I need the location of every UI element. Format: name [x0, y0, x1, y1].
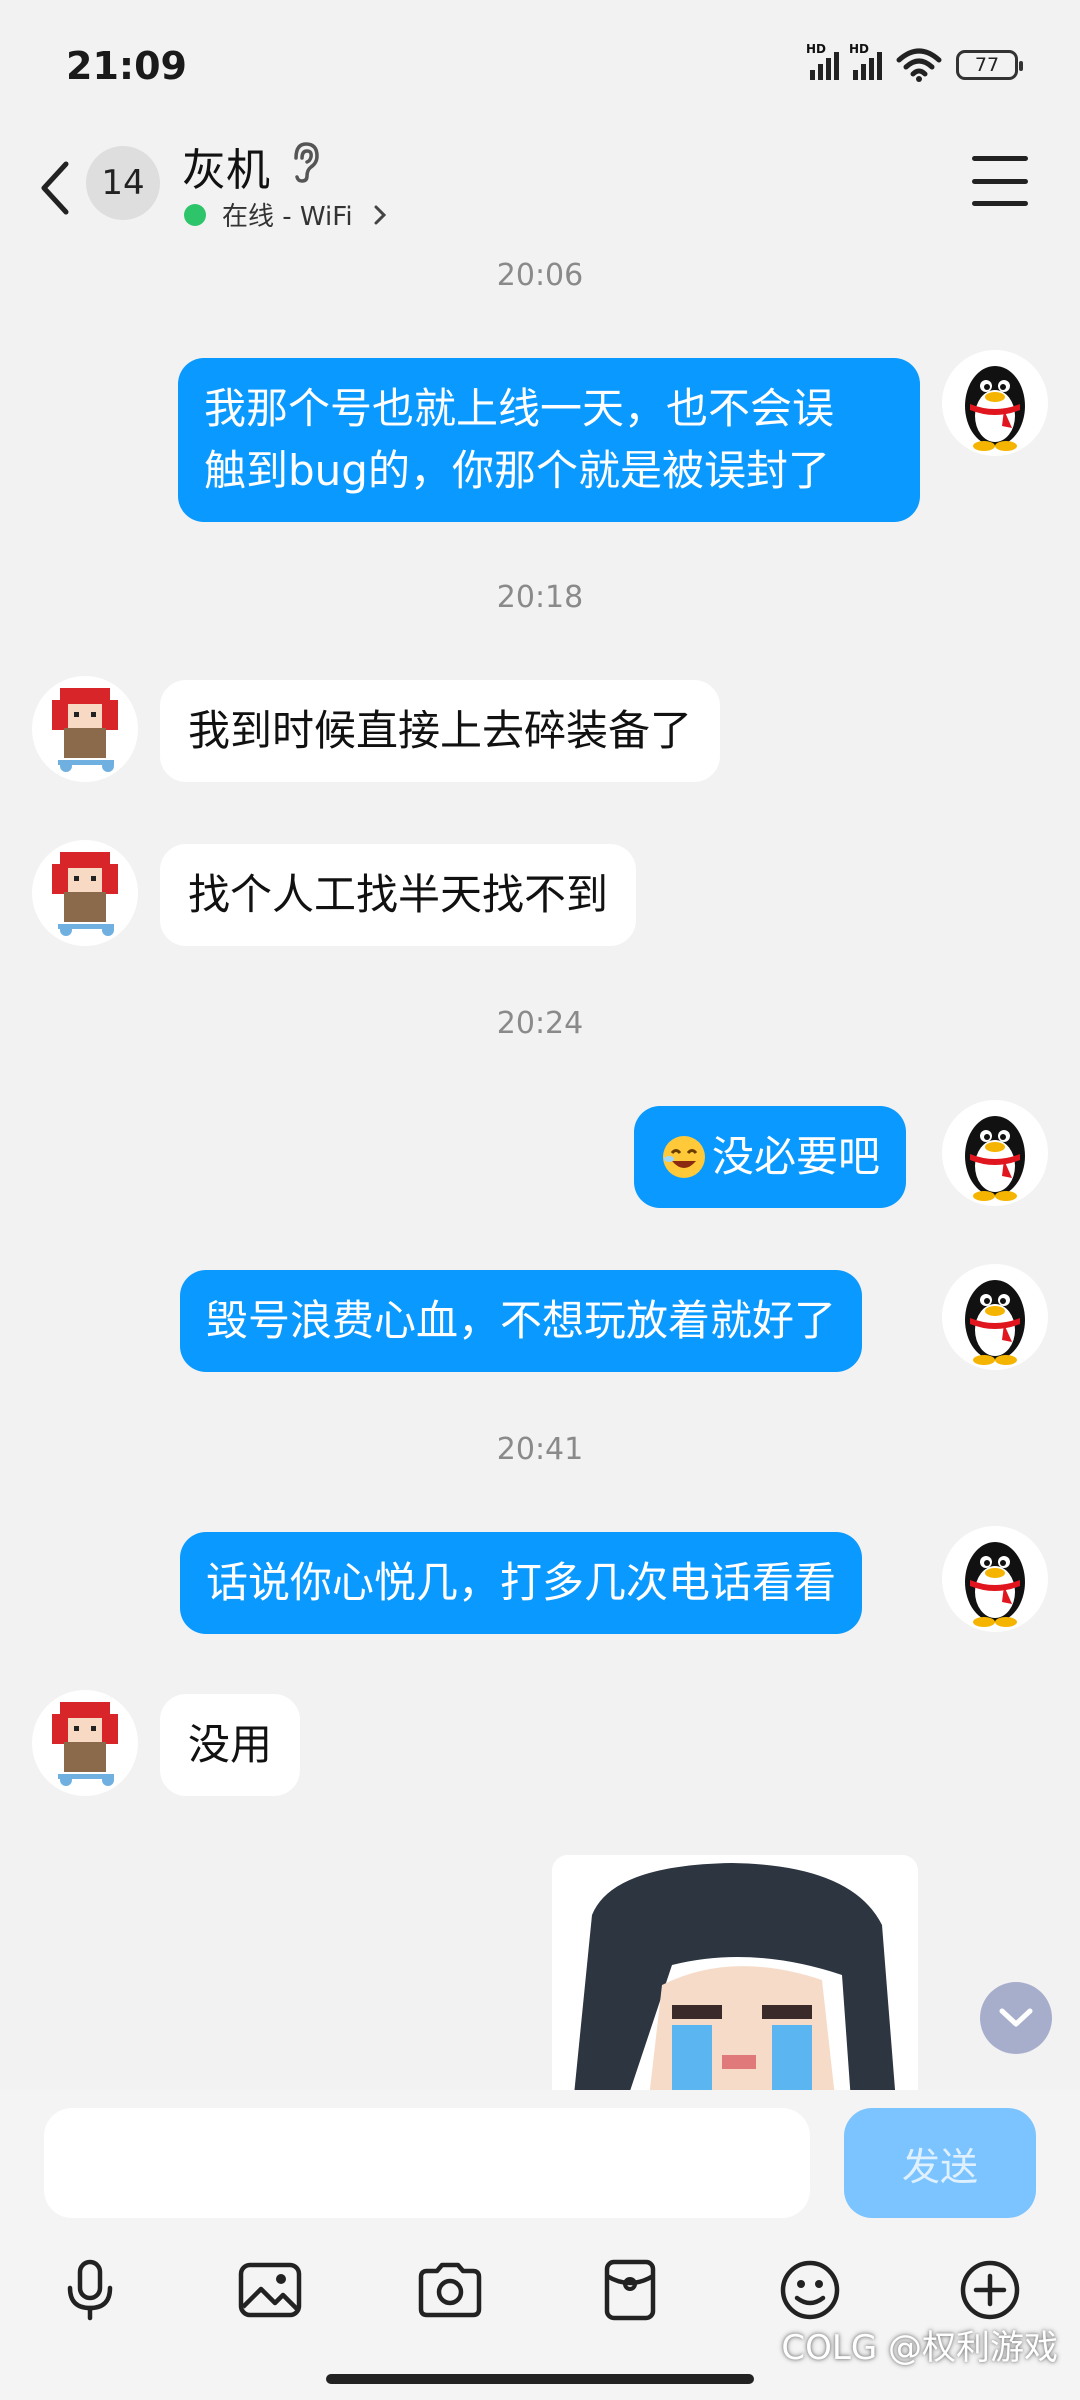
message-bubble-outgoing[interactable]: 没必要吧: [634, 1106, 907, 1208]
message-text: 找个人工找半天找不到: [188, 870, 609, 919]
message-input[interactable]: [44, 2108, 810, 2218]
message-bubble-incoming[interactable]: 找个人工找半天找不到: [160, 844, 637, 946]
send-button[interactable]: 发送: [844, 2108, 1036, 2218]
penguin-avatar-icon: [965, 1280, 1025, 1365]
menu-icon-bar: [972, 201, 1028, 206]
timestamp: 20:24: [496, 1006, 584, 1041]
online-status-text: 在线 - WiFi: [222, 202, 353, 232]
chat-header: 14 灰机 在线 - WiFi: [0, 130, 1080, 250]
red-packet-icon: [604, 2259, 656, 2321]
chevron-right-icon: [374, 205, 386, 224]
message-bubble-outgoing[interactable]: 话说你心悦几，打多几次电话看看: [180, 1532, 863, 1634]
online-status[interactable]: 在线 - WiFi: [184, 196, 389, 233]
message-text: 没用: [188, 1720, 273, 1769]
my-avatar[interactable]: [942, 1264, 1048, 1370]
status-time: 21:09: [66, 44, 187, 88]
sticker-image[interactable]: [552, 1855, 918, 2090]
crying-pixel-sticker-icon: [552, 1855, 918, 2090]
menu-icon-bar: [972, 156, 1028, 161]
timestamp: 20:41: [496, 1432, 584, 1467]
scroll-to-bottom-button[interactable]: [980, 1982, 1052, 2054]
chevron-down-icon: [999, 2008, 1033, 2027]
contact-name[interactable]: 灰机: [182, 134, 270, 198]
my-avatar[interactable]: [942, 350, 1048, 456]
contact-avatar[interactable]: [32, 676, 138, 782]
message-bubble-incoming[interactable]: 没用: [160, 1694, 301, 1796]
plus-icon: [960, 2260, 1020, 2320]
message-text: 我到时候直接上去碎装备了: [188, 706, 693, 755]
message-text: 毁号浪费心血，不想玩放着就好了: [206, 1296, 837, 1345]
penguin-avatar-icon: [965, 366, 1025, 451]
emoji-button[interactable]: [770, 2250, 850, 2330]
contact-avatar[interactable]: [32, 840, 138, 946]
image-icon: [238, 2262, 302, 2318]
message-text-line: 我那个号也就上线一天，也不会误: [204, 384, 835, 433]
message-text: 话说你心悦几，打多几次电话看看: [206, 1558, 837, 1607]
microphone-icon: [67, 2259, 113, 2321]
status-icons: HD HD 77: [806, 42, 1023, 82]
emoji-icon: [780, 2260, 840, 2320]
contact-avatar[interactable]: [32, 1690, 138, 1796]
menu-icon-bar: [972, 178, 1028, 184]
image-button[interactable]: [230, 2250, 310, 2330]
camera-button[interactable]: [410, 2250, 490, 2330]
penguin-avatar-icon: [965, 1542, 1025, 1627]
battery-level: 77: [974, 54, 1000, 76]
message-bubble-outgoing[interactable]: 毁号浪费心血，不想玩放着就好了: [180, 1270, 863, 1372]
home-indicator[interactable]: [326, 2374, 754, 2384]
ear-icon[interactable]: [288, 140, 322, 184]
signal-icon-2: HD: [849, 42, 882, 80]
my-avatar[interactable]: [942, 1100, 1048, 1206]
message-bubble-incoming[interactable]: 我到时候直接上去碎装备了: [160, 680, 721, 782]
online-dot-icon: [184, 203, 206, 226]
camera-icon: [418, 2262, 482, 2318]
message-bubble-outgoing[interactable]: 我那个号也就上线一天，也不会误 触到bug的，你那个就是被误封了: [178, 358, 920, 522]
status-bar: 21:09 HD HD 77: [0, 0, 1080, 130]
chat-message-list[interactable]: 20:06 我那个号也就上线一天，也不会误 触到bug的，你那个就是被误封了 2…: [0, 250, 1080, 2090]
menu-button[interactable]: [972, 156, 1028, 206]
pixel-character-avatar-icon: [52, 688, 118, 772]
message-text: 没必要吧: [712, 1132, 881, 1181]
chevron-left-icon: [41, 161, 69, 215]
wifi-icon: [896, 48, 942, 82]
back-button[interactable]: [30, 148, 80, 228]
timestamp: 20:06: [496, 258, 584, 293]
voice-button[interactable]: [50, 2250, 130, 2330]
my-avatar[interactable]: [942, 1526, 1048, 1632]
timestamp: 20:18: [496, 580, 584, 615]
hd-label: HD: [806, 42, 827, 56]
watermark: COLG @权利游戏: [781, 2328, 1058, 2368]
pixel-character-avatar-icon: [52, 852, 118, 936]
hd-label-2: HD: [849, 42, 870, 56]
battery-icon: 77: [956, 50, 1023, 80]
more-button[interactable]: [950, 2250, 1030, 2330]
unread-count-badge[interactable]: 14: [86, 146, 160, 220]
red-packet-button[interactable]: [590, 2250, 670, 2330]
message-text-line: 触到bug的，你那个就是被误封了: [204, 446, 830, 495]
penguin-avatar-icon: [965, 1116, 1025, 1201]
laughing-emoji-icon: [663, 1136, 705, 1178]
pixel-character-avatar-icon: [52, 1702, 118, 1786]
signal-icon: HD: [806, 42, 839, 80]
